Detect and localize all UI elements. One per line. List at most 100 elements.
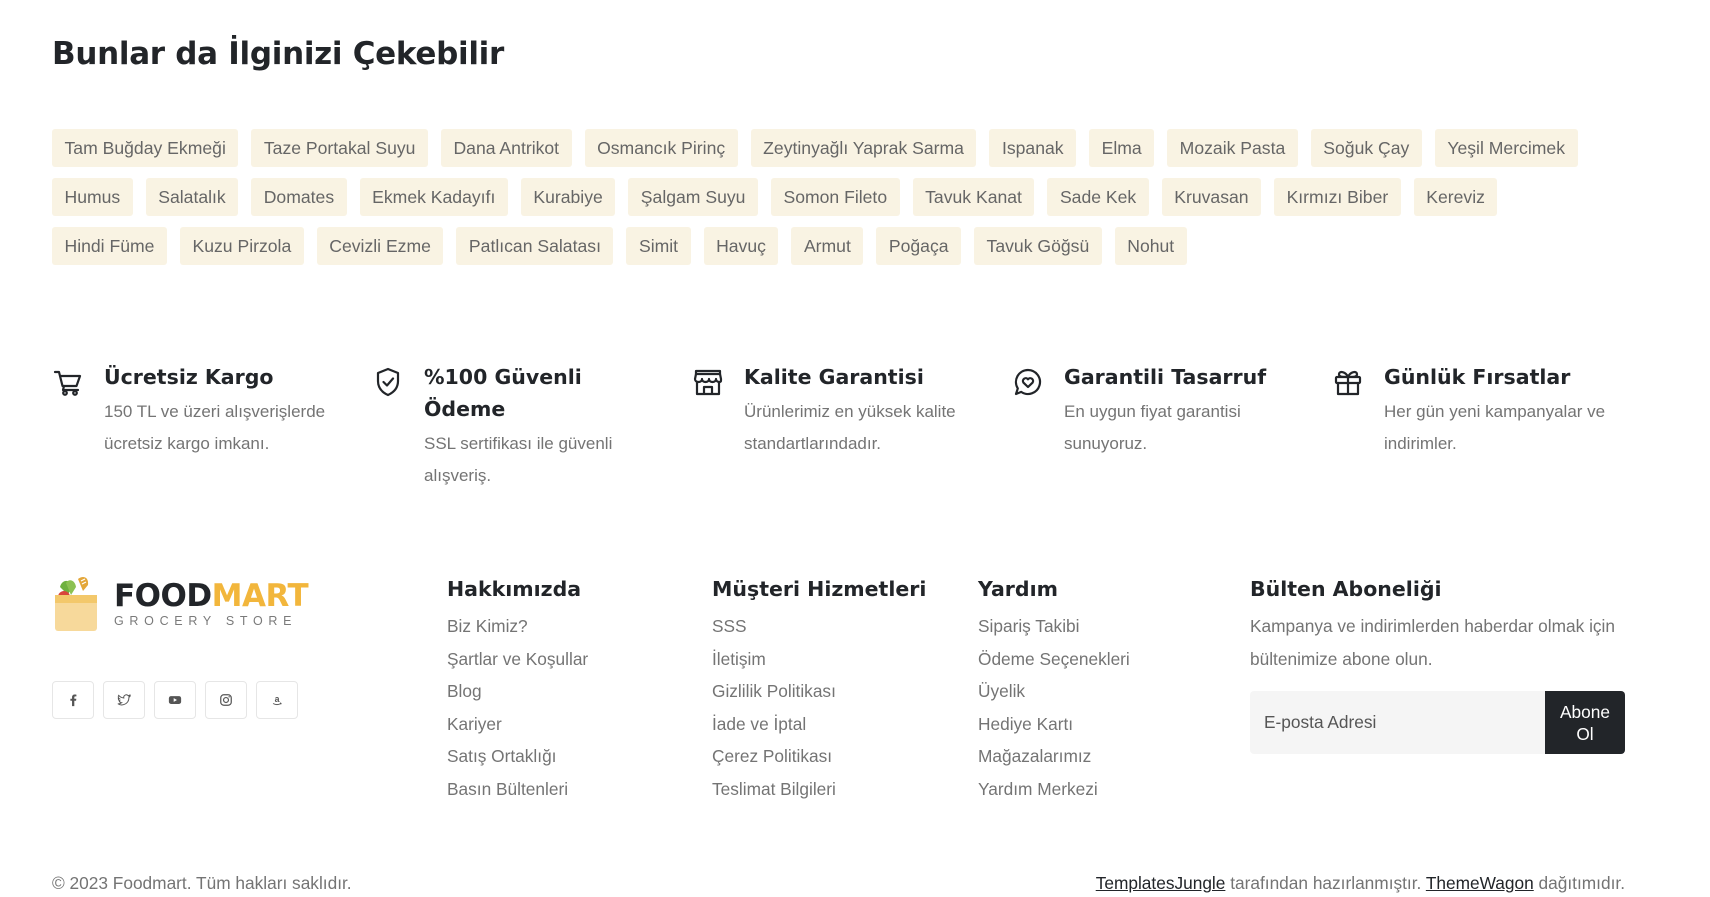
footer-col-title: Yardım bbox=[978, 577, 1058, 601]
related-tag[interactable]: Yeşil Mercimek bbox=[1434, 129, 1578, 167]
feature-item: Ücretsiz Kargo 150 TL ve üzeri alışverişl… bbox=[52, 361, 372, 492]
related-tag[interactable]: Tam Buğday Ekmeği bbox=[52, 129, 239, 167]
footer-link-item: Mağazalarımız bbox=[978, 740, 1130, 773]
related-tag[interactable]: Kruvasan bbox=[1161, 178, 1262, 216]
newsletter-form: Abone Ol bbox=[1250, 691, 1625, 754]
related-tag[interactable]: Patlıcan Salatası bbox=[456, 227, 614, 265]
related-tag[interactable]: Şalgam Suyu bbox=[628, 178, 758, 216]
footer-link[interactable]: Gizlilik Politikası bbox=[712, 681, 836, 701]
related-tag[interactable]: Elma bbox=[1089, 129, 1155, 167]
related-tag[interactable]: Armut bbox=[791, 227, 864, 265]
related-tag[interactable]: Mozaik Pasta bbox=[1167, 129, 1298, 167]
email-field[interactable] bbox=[1250, 691, 1545, 754]
templatesjungle-link[interactable]: TemplatesJungle bbox=[1096, 873, 1226, 893]
facebook-icon bbox=[70, 694, 77, 707]
related-tag[interactable]: Poğaça bbox=[876, 227, 962, 265]
footer-link[interactable]: Biz Kimiz? bbox=[447, 616, 528, 636]
footer-link[interactable]: Teslimat Bilgileri bbox=[712, 779, 836, 799]
newsletter-text: Kampanya ve indirimlerden haberdar olmak… bbox=[1250, 616, 1616, 669]
related-tag[interactable]: Nohut bbox=[1114, 227, 1187, 265]
feature-item: Garantili Tasarruf En uygun fiyat garanti… bbox=[1012, 361, 1332, 492]
related-tag[interactable]: Salatalık bbox=[145, 178, 239, 216]
feature-item: Kalite Garantisi Ürünlerimiz en yüksek ka… bbox=[692, 361, 1012, 492]
footer-link-item: Satış Ortaklığı bbox=[447, 740, 588, 773]
grocery-bag-icon bbox=[55, 577, 97, 631]
related-tag[interactable]: Humus bbox=[52, 178, 133, 216]
related-tag[interactable]: Soğuk Çay bbox=[1310, 129, 1422, 167]
copyright-text: © 2023 Foodmart. Tüm hakları saklıdır. bbox=[52, 873, 352, 893]
related-tag[interactable]: Zeytinyağlı Yaprak Sarma bbox=[750, 129, 977, 167]
related-tag[interactable]: Simit bbox=[626, 227, 691, 265]
related-tag[interactable]: Tavuk Kanat bbox=[912, 178, 1035, 216]
footer-link-item: Ödeme Seçenekleri bbox=[978, 643, 1130, 676]
footer-link[interactable]: Şartlar ve Koşullar bbox=[447, 649, 588, 669]
credits-end-text: dağıtımıdır. bbox=[1533, 873, 1625, 893]
related-tag[interactable]: Kuzu Pirzola bbox=[179, 227, 304, 265]
newsletter-title: Bülten Aboneliği bbox=[1250, 577, 1442, 601]
related-tag[interactable]: Havuç bbox=[703, 227, 779, 265]
related-tag[interactable]: Kırmızı Biber bbox=[1274, 178, 1401, 216]
footer-link-item: İletişim bbox=[712, 643, 926, 676]
footer-link-item: Teslimat Bilgileri bbox=[712, 773, 926, 806]
newsletter-section: Bülten Aboneliği Kampanya ve indirimlerd… bbox=[1250, 572, 1625, 754]
amazon-icon: a bbox=[272, 694, 282, 706]
footer-link[interactable]: Ödeme Seçenekleri bbox=[978, 649, 1130, 669]
shield-check-icon bbox=[372, 361, 424, 492]
footer-link[interactable]: Kariyer bbox=[447, 714, 502, 734]
footer-link[interactable]: Çerez Politikası bbox=[712, 746, 832, 766]
twitter-link[interactable] bbox=[103, 681, 145, 719]
footer-link[interactable]: Basın Bültenleri bbox=[447, 779, 568, 799]
credits-text: TemplatesJungle tarafından hazırlanmıştı… bbox=[1096, 873, 1625, 894]
related-tag[interactable]: Ispanak bbox=[989, 129, 1077, 167]
related-tag[interactable]: Somon Fileto bbox=[770, 178, 900, 216]
credits-mid-text: tarafından hazırlanmıştır. bbox=[1225, 873, 1426, 893]
footer-link[interactable]: Blog bbox=[447, 681, 482, 701]
store-icon bbox=[692, 361, 744, 492]
related-tag[interactable]: Taze Portakal Suyu bbox=[251, 129, 428, 167]
themewagon-link[interactable]: ThemeWagon bbox=[1426, 873, 1534, 893]
footer-col-help: Yardım Sipariş Takibi Ödeme Seçenekleri Üy… bbox=[978, 572, 1130, 805]
subscribe-button[interactable]: Abone Ol bbox=[1545, 691, 1625, 754]
footer-link[interactable]: Yardım Merkezi bbox=[978, 779, 1098, 799]
footer-link[interactable]: Sipariş Takibi bbox=[978, 616, 1080, 636]
related-tag[interactable]: Kurabiye bbox=[520, 178, 616, 216]
related-tag[interactable]: Hindi Füme bbox=[52, 227, 167, 265]
related-tag[interactable]: Dana Antrikot bbox=[440, 129, 572, 167]
related-tag[interactable]: Cevizli Ezme bbox=[316, 227, 444, 265]
feature-text: Her gün yeni kampanyalar ve indirimler. bbox=[1384, 402, 1606, 453]
related-tag[interactable]: Sade Kek bbox=[1047, 178, 1149, 216]
footer-link[interactable]: Hediye Kartı bbox=[978, 714, 1073, 734]
social-links: a bbox=[52, 681, 298, 719]
cart-icon bbox=[52, 361, 104, 492]
footer-link[interactable]: Satış Ortaklığı bbox=[447, 746, 557, 766]
related-tag[interactable]: Ekmek Kadayıfı bbox=[359, 178, 508, 216]
gift-icon bbox=[1332, 361, 1384, 492]
facebook-link[interactable] bbox=[52, 681, 94, 719]
footer-link[interactable]: Üyelik bbox=[978, 681, 1025, 701]
related-tag[interactable]: Osmancık Pirinç bbox=[584, 129, 738, 167]
footer-link-item: Çerez Politikası bbox=[712, 740, 926, 773]
brand-logo[interactable]: FOODMART GROCERY STORE bbox=[52, 573, 309, 633]
footer-link[interactable]: İade ve İptal bbox=[712, 714, 806, 734]
feature-title: Garantili Tasarruf bbox=[1064, 365, 1267, 389]
brand-name: FOODMART bbox=[114, 578, 309, 614]
amazon-link[interactable]: a bbox=[256, 681, 298, 719]
instagram-link[interactable] bbox=[205, 681, 247, 719]
footer-link[interactable]: SSS bbox=[712, 616, 747, 636]
svg-text:a: a bbox=[275, 694, 280, 704]
footer-link-item: Kariyer bbox=[447, 708, 588, 741]
youtube-link[interactable] bbox=[154, 681, 196, 719]
footer-link-item: SSS bbox=[712, 610, 926, 643]
footer-link[interactable]: Mağazalarımız bbox=[978, 746, 1091, 766]
features-row: Ücretsiz Kargo 150 TL ve üzeri alışverişl… bbox=[52, 361, 1652, 492]
related-tag[interactable]: Kereviz bbox=[1413, 178, 1498, 216]
footer-link-item: Biz Kimiz? bbox=[447, 610, 588, 643]
related-tag[interactable]: Domates bbox=[251, 178, 347, 216]
footer-link-item: Üyelik bbox=[978, 675, 1130, 708]
related-tag[interactable]: Tavuk Göğsü bbox=[974, 227, 1102, 265]
feature-title: Ücretsiz Kargo bbox=[104, 365, 274, 389]
footer-link-item: Blog bbox=[447, 675, 588, 708]
footer-link[interactable]: İletişim bbox=[712, 649, 766, 669]
feature-title: Kalite Garantisi bbox=[744, 365, 924, 389]
related-section-title: Bunlar da İlginizi Çekebilir bbox=[52, 36, 504, 72]
